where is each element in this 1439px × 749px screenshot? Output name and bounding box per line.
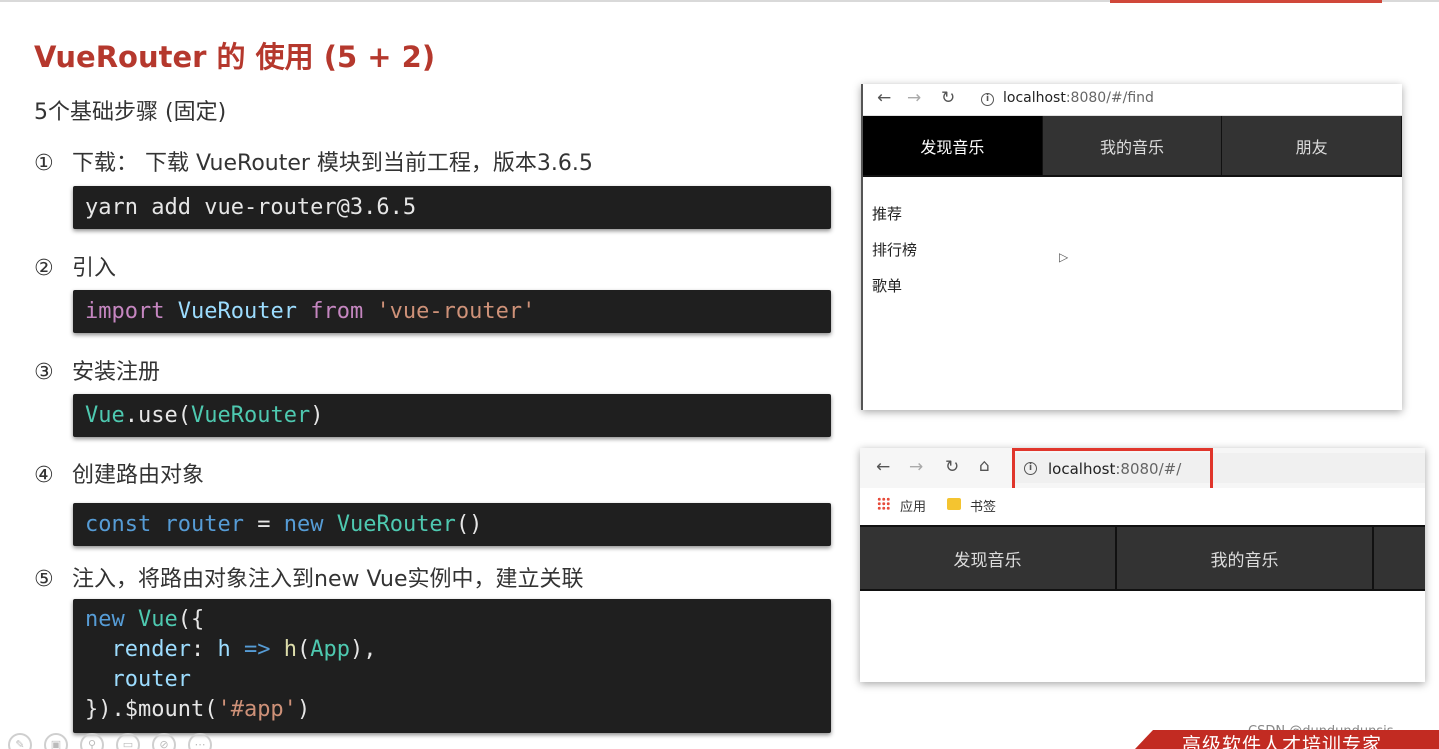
forward-arrow-icon[interactable]: → [909,457,923,477]
step-5-number: ⑤ [34,567,54,592]
step-5: ⑤ 注入，将路由对象注入到new Vue实例中，建立关联 [34,561,584,593]
step-4-text: 创建路由对象 [72,463,205,488]
info-icon[interactable]: i [981,93,994,106]
code-render-fn: h [283,637,297,662]
reload-icon[interactable]: ↻ [945,457,959,477]
code-block-create: const router = new VueRouter() [73,503,831,546]
tab-partial[interactable] [1374,527,1423,589]
code-mount-str: '#app' [217,697,297,722]
step-1-number: ① [34,151,54,176]
code-new-kw: new [283,512,324,537]
code-import-name: VueRouter [177,299,297,324]
tab-friends[interactable]: 朋友 [1222,116,1403,177]
code-vue-obj: Vue [85,403,125,428]
code-render-app: App [310,637,350,662]
code-create-paren: () [455,512,483,537]
code-router-var: router [164,512,244,537]
bookmarks-bar: 应用 书签 [860,488,1425,524]
step-3-text: 安装注册 [72,360,161,385]
slide-title: VueRouter 的 使用 (5 + 2) [34,40,436,74]
folder-icon [947,498,961,510]
hide-icon[interactable]: ⊘ [152,733,176,749]
browser1-url-rest: :8080/#/find [1065,90,1154,106]
code-use-arg: VueRouter [190,403,311,428]
more-icon[interactable]: ⋯ [188,733,212,749]
code-use-close: ) [310,403,324,428]
step-2: ② 引入 [34,250,116,282]
step-1: ① 下载： 下载 VueRouter 模块到当前工程，版本3.6.5 [34,145,593,177]
code-block-install: yarn add vue-router@3.6.5 [73,186,831,229]
step-2-number: ② [34,256,54,281]
step-1-text: 下载： 下载 VueRouter 模块到当前工程，版本3.6.5 [72,151,593,176]
footer-banner-text: 高级软件人才培训专家 [1182,734,1383,749]
step-4: ④ 创建路由对象 [34,457,204,489]
step-3-number: ③ [34,360,54,385]
forward-arrow-icon[interactable]: → [907,88,921,108]
back-arrow-icon[interactable]: ← [877,88,891,108]
code-yarn: yarn add vue-router@3.6.5 [85,195,417,220]
code-block-import: import VueRouter from 'vue-router' [73,290,831,333]
slide-toolbar: ✎ ▣ ⚲ ▭ ⊘ ⋯ [8,733,212,749]
code-mount-end: ) [296,697,311,722]
browser-screenshot-find: ← → ↻ i localhost:8080/#/find 发现音乐 我的音乐 … [861,84,1403,410]
code-inject-vue: Vue [138,607,178,632]
code-inject-router: router [111,667,191,692]
code-create-cls: VueRouter [336,512,456,537]
code-import-kw: import [85,299,165,324]
tab-my-music[interactable]: 我的音乐 [1042,116,1223,177]
code-render-h: h [217,637,231,662]
code-eq: = [243,512,284,537]
code-inject-new: new [85,607,125,632]
code-block-inject: new Vue({ render: h => h(App), router })… [73,599,831,733]
save-icon[interactable]: ▣ [44,733,68,749]
zoom-icon[interactable]: ⚲ [80,733,104,749]
tab-discover-music[interactable]: 发现音乐 [860,527,1117,589]
sub-item-recommend[interactable]: 推荐 [872,203,902,224]
code-const-kw: const [85,512,152,537]
tab-discover-music[interactable]: 发现音乐 [863,116,1043,177]
browser1-url-host: localhost [1003,90,1066,106]
apps-grid-icon [877,497,890,510]
browser1-address-bar: ← → ↻ i localhost:8080/#/find [863,84,1402,116]
home-icon[interactable]: ⌂ [979,456,990,476]
sub-item-ranking[interactable]: 排行榜 [872,239,917,260]
browser2-address-bar: ← → ↻ ⌂ i localhost:8080/#/ [860,448,1425,494]
browser2-music-nav: 发现音乐 我的音乐 [860,525,1425,591]
pen-icon[interactable]: ✎ [8,733,32,749]
browser1-url[interactable]: localhost:8080/#/find [1003,90,1154,106]
tab-my-music[interactable]: 我的音乐 [1117,527,1374,589]
mouse-cursor-icon: ▷ [1059,250,1069,264]
code-block-use: Vue.use(VueRouter) [73,394,831,437]
browser1-music-nav: 发现音乐 我的音乐 朋友 [863,116,1403,177]
sub-item-playlist[interactable]: 歌单 [872,275,902,296]
code-render-arrow: => [243,637,271,662]
code-render-key: render [111,637,191,662]
code-inject-open: ({ [177,607,205,632]
code-render-colon: : [190,637,218,662]
code-import-str: 'vue-router' [376,299,536,324]
code-from-kw: from [310,299,364,324]
code-mount-start: }).$mount( [85,697,218,722]
code-render-end: ), [349,637,377,662]
slides-icon[interactable]: ▭ [116,733,140,749]
step-5-text: 注入，将路由对象注入到new Vue实例中，建立关联 [72,567,584,592]
step-2-text: 引入 [72,256,117,281]
step-3: ③ 安装注册 [34,354,160,386]
code-use-method: .use( [124,403,191,428]
step-4-number: ④ [34,463,54,488]
back-arrow-icon[interactable]: ← [876,457,890,477]
slide-subtitle: 5个基础步骤 (固定) [34,100,227,125]
browser-screenshot-root: ← → ↻ ⌂ i localhost:8080/#/ 应用 书签 发现音乐 我… [860,448,1425,682]
bookmark-apps[interactable]: 应用 [900,496,926,515]
bookmark-bookmarks[interactable]: 书签 [970,496,996,515]
reload-icon[interactable]: ↻ [941,88,955,108]
top-accent-bar [1110,0,1382,3]
